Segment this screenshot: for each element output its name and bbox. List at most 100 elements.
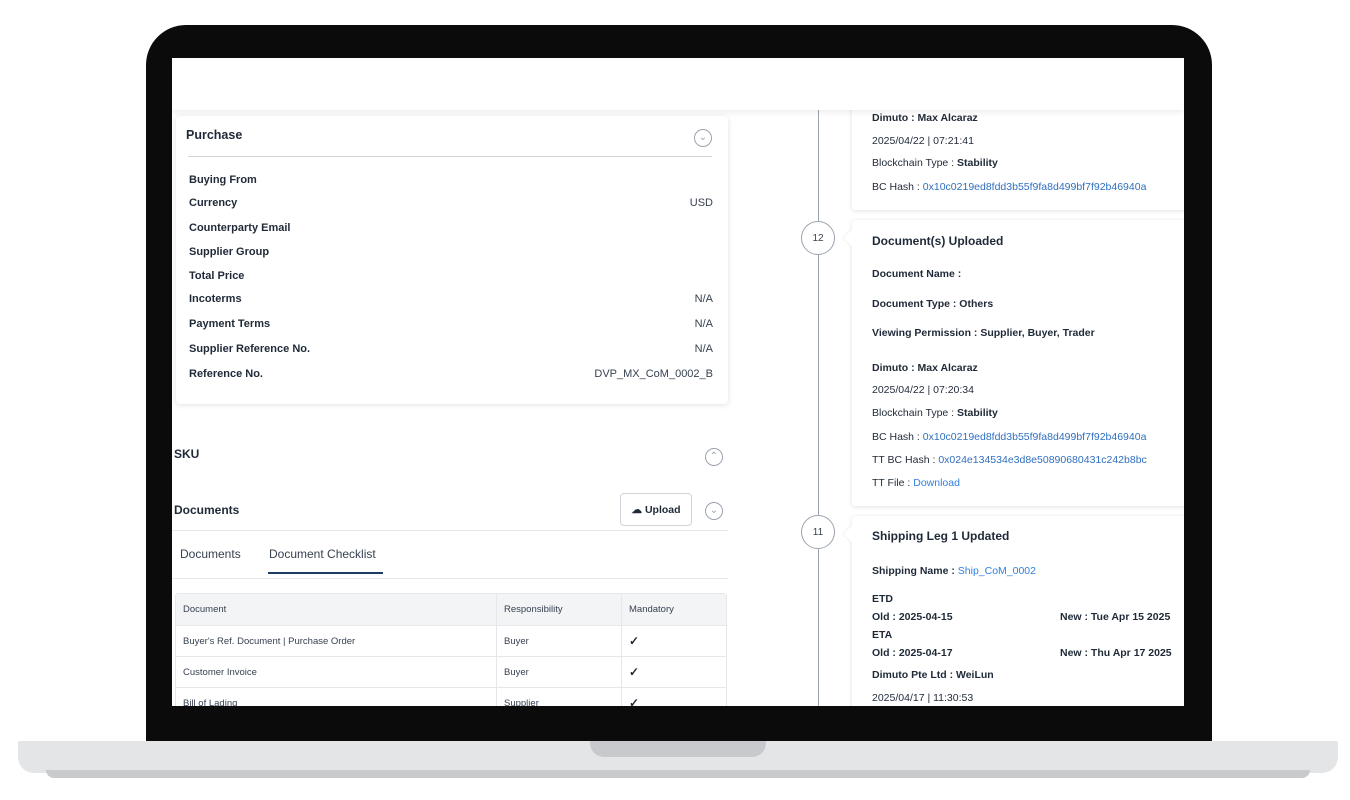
- field-label: Supplier Reference No.: [189, 343, 311, 355]
- field-value: N/A: [694, 343, 713, 355]
- sku-expand-button[interactable]: ⌃: [705, 448, 723, 466]
- event-actor: Dimuto : Max Alcaraz: [872, 362, 978, 374]
- event-blockchain-type: Blockchain Type : Stability: [872, 157, 998, 169]
- tt-file-label: TT File :: [872, 477, 914, 489]
- event-actor: Dimuto : Max Alcaraz: [872, 112, 978, 124]
- download-link[interactable]: Download: [913, 477, 960, 489]
- table-header-row: Document Responsibility Mandatory: [176, 594, 726, 626]
- documents-section-title: Documents: [174, 503, 240, 517]
- field-counterparty-email: Counterparty Email: [189, 222, 713, 238]
- checkbox-checked-icon[interactable]: ✓: [629, 665, 639, 679]
- event-etd-old: Old : 2025-04-15: [872, 611, 953, 623]
- event-timestamp: 2025/04/22 | 07:20:34: [872, 384, 974, 396]
- field-label: Total Price: [189, 270, 245, 282]
- cell-mandatory: ✓: [622, 626, 728, 656]
- blockchain-label: Blockchain Type :: [872, 157, 958, 169]
- bc-hash-link[interactable]: 0x10c0219ed8fdd3b55f9fa8d499bf7f92b46940…: [923, 181, 1147, 193]
- checkbox-checked-icon[interactable]: ✓: [629, 634, 639, 648]
- event-card-pointer: [843, 525, 861, 543]
- header-document: Document: [176, 594, 497, 625]
- event-eta-label: ETA: [872, 629, 893, 641]
- cell-responsibility: Buyer: [497, 657, 622, 687]
- laptop-notch: [590, 741, 766, 757]
- field-incoterms: Incoterms N/A: [189, 293, 713, 309]
- event-document-name: Document Name :: [872, 268, 962, 280]
- field-value: DVP_MX_CoM_0002_B: [594, 368, 713, 380]
- upload-button-label: Upload: [644, 503, 681, 516]
- field-label: Currency: [189, 197, 238, 209]
- timeline-step-11: 11: [801, 515, 835, 549]
- field-payment-terms: Payment Terms N/A: [189, 318, 713, 334]
- field-label: Buying From: [189, 174, 257, 186]
- cell-responsibility: Buyer: [497, 626, 622, 656]
- event-viewing-permission: Viewing Permission : Supplier, Buyer, Tr…: [872, 327, 1095, 339]
- field-buying-from: Buying From: [189, 174, 713, 190]
- field-value: USD: [689, 197, 713, 209]
- field-currency: Currency USD: [189, 197, 713, 213]
- active-tab-indicator: [268, 572, 383, 574]
- blockchain-value: Stability: [957, 407, 998, 419]
- documents-collapse-button[interactable]: ⌄: [705, 502, 723, 520]
- upload-button[interactable]: ☁ Upload: [620, 493, 692, 526]
- tabs-divider: [172, 578, 728, 579]
- cell-mandatory: ✓: [622, 688, 728, 706]
- field-value: N/A: [694, 318, 713, 330]
- purchase-collapse-button[interactable]: ⌄: [694, 129, 712, 147]
- shipping-name-link[interactable]: Ship_CoM_0002: [958, 565, 1036, 577]
- cloud-upload-icon: ☁: [631, 503, 642, 516]
- cell-document: Customer Invoice: [176, 657, 497, 687]
- event-card-pointer: [843, 229, 861, 247]
- event-shipping-name: Shipping Name : Ship_CoM_0002: [872, 565, 1036, 577]
- table-row: Bill of Lading Supplier ✓: [176, 688, 726, 706]
- event-eta-old: Old : 2025-04-17: [872, 647, 953, 659]
- sku-section-title: SKU: [174, 447, 200, 461]
- timeline-step-12: 12: [801, 221, 835, 255]
- chevron-down-icon: ⌄: [698, 132, 708, 143]
- event-tt-bc-hash: TT BC Hash : 0x024e134534e3d8e5089068043…: [872, 454, 1147, 466]
- event-etd-new: New : Tue Apr 15 2025: [1060, 611, 1171, 623]
- tab-document-checklist[interactable]: Document Checklist: [269, 547, 376, 561]
- checkbox-checked-icon[interactable]: ✓: [629, 696, 639, 706]
- blockchain-label: Blockchain Type :: [872, 407, 958, 419]
- chevron-up-icon: ⌃: [709, 451, 719, 462]
- field-supplier-group: Supplier Group: [189, 246, 713, 262]
- cell-mandatory: ✓: [622, 657, 728, 687]
- field-label: Incoterms: [189, 293, 242, 305]
- bc-hash-link[interactable]: 0x10c0219ed8fdd3b55f9fa8d499bf7f92b46940…: [923, 431, 1147, 443]
- shipping-name-label: Shipping Name :: [872, 565, 958, 577]
- bc-hash-label: BC Hash :: [872, 431, 923, 443]
- event-bc-hash: BC Hash : 0x10c0219ed8fdd3b55f9fa8d499bf…: [872, 431, 1146, 443]
- field-total-price: Total Price: [189, 270, 713, 286]
- timeline-line: [818, 110, 819, 706]
- field-supplier-reference: Supplier Reference No. N/A: [189, 343, 713, 359]
- event-actor: Dimuto Pte Ltd : WeiLun: [872, 669, 994, 681]
- table-row: Buyer's Ref. Document | Purchase Order B…: [176, 626, 726, 657]
- event-document-type: Document Type : Others: [872, 298, 994, 310]
- chevron-down-icon: ⌄: [709, 505, 719, 516]
- field-reference-no: Reference No. DVP_MX_CoM_0002_B: [189, 368, 713, 384]
- table-row: Customer Invoice Buyer ✓: [176, 657, 726, 688]
- field-label: Counterparty Email: [189, 222, 291, 234]
- laptop-base-shadow: [46, 770, 1310, 778]
- documents-divider: [172, 530, 728, 531]
- event-bc-hash: BC Hash : 0x10c0219ed8fdd3b55f9fa8d499bf…: [872, 181, 1146, 193]
- cell-document: Bill of Lading: [176, 688, 497, 706]
- event-title: Document(s) Uploaded: [872, 234, 1004, 248]
- cell-responsibility: Supplier: [497, 688, 622, 706]
- event-title: Shipping Leg 1 Updated: [872, 529, 1010, 543]
- field-label: Reference No.: [189, 368, 263, 380]
- header-mandatory: Mandatory: [629, 604, 674, 615]
- event-eta-new: New : Thu Apr 17 2025: [1060, 647, 1172, 659]
- bc-hash-label: BC Hash :: [872, 181, 923, 193]
- top-bar: [172, 58, 1184, 110]
- event-timestamp: 2025/04/17 | 11:30:53: [872, 692, 974, 704]
- blockchain-value: Stability: [957, 157, 998, 169]
- tt-bc-hash-link[interactable]: 0x024e134534e3d8e50890680431c242b8bc: [938, 454, 1146, 466]
- document-checklist-table: Document Responsibility Mandatory Buyer'…: [175, 593, 727, 706]
- field-value: N/A: [694, 293, 713, 305]
- tab-documents[interactable]: Documents: [180, 547, 241, 561]
- cell-document: Buyer's Ref. Document | Purchase Order: [176, 626, 497, 656]
- event-timestamp: 2025/04/22 | 07:21:41: [872, 135, 974, 147]
- field-label: Supplier Group: [189, 246, 270, 258]
- app-screen: Purchase ⌄ Buying From Currency USD Coun…: [172, 58, 1184, 706]
